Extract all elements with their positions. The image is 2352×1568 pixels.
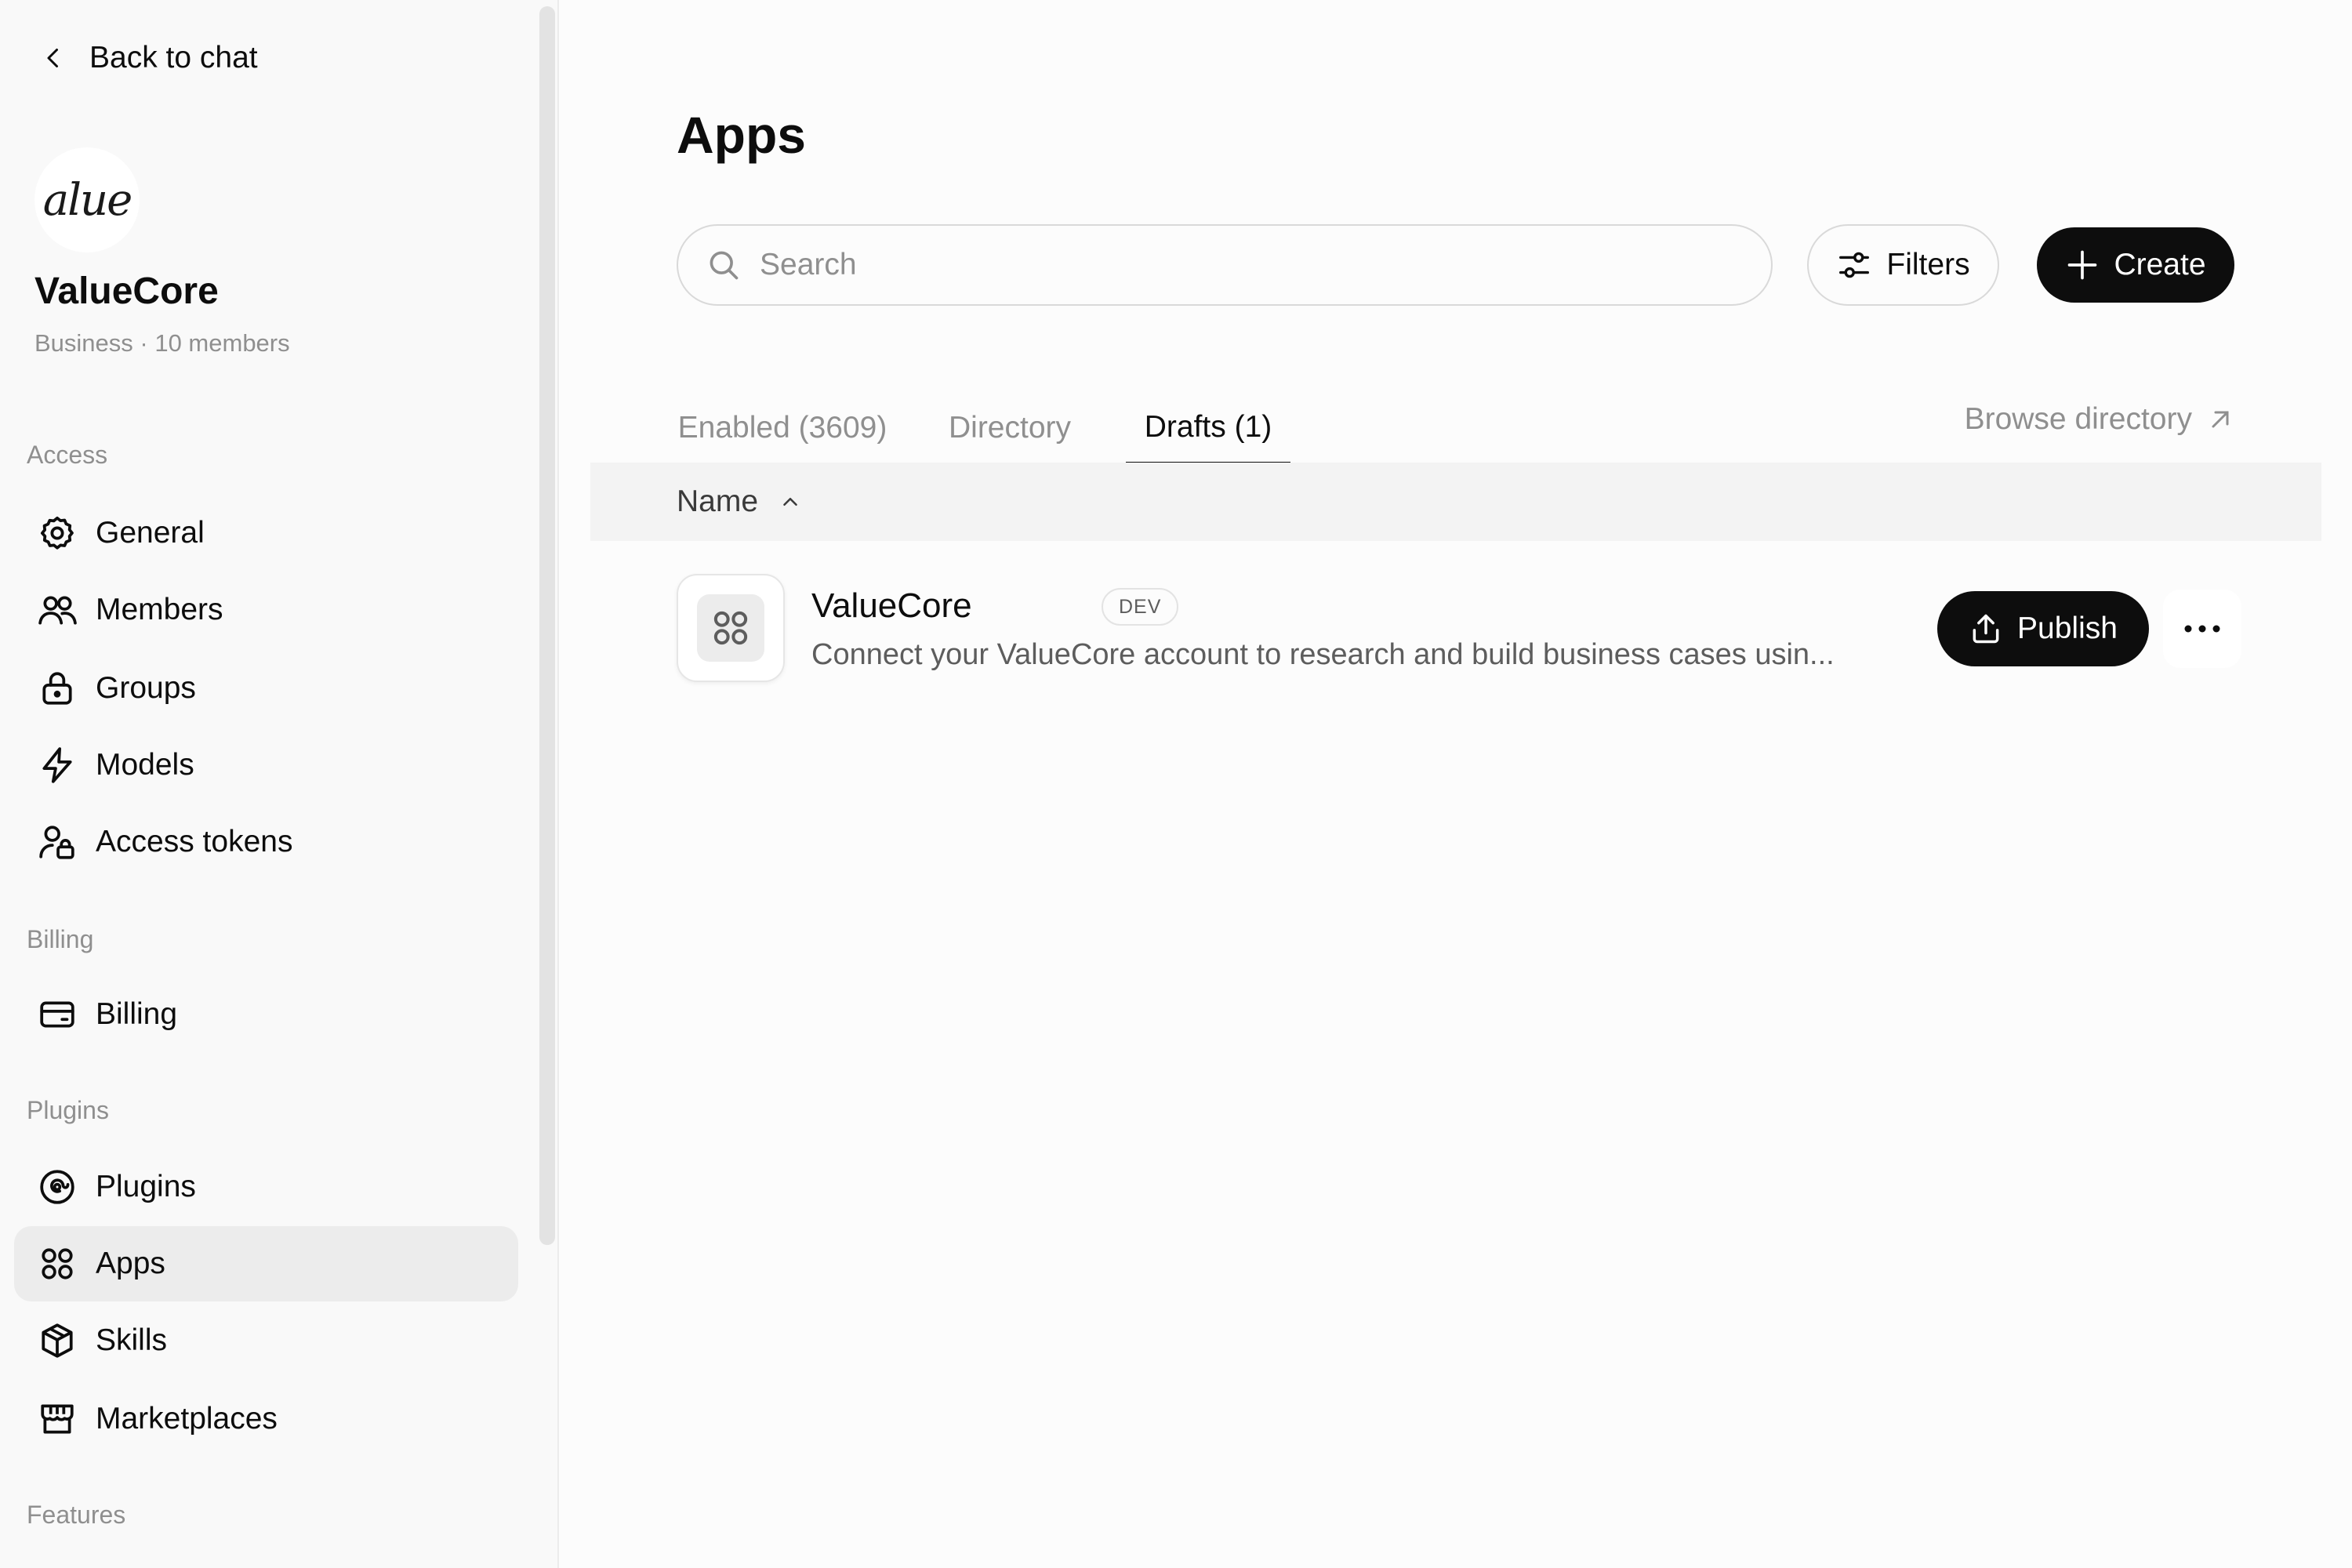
user-lock-icon <box>38 822 77 862</box>
tab-drafts[interactable]: Drafts (1) <box>1126 392 1290 464</box>
lock-icon <box>38 669 77 708</box>
org-name: ValueCore <box>34 270 219 312</box>
app-description: Connect your ValueCore account to resear… <box>811 638 1835 671</box>
section-label-billing: Billing <box>27 925 94 953</box>
back-to-chat-link[interactable]: Back to chat <box>39 36 258 80</box>
publish-label: Publish <box>2017 612 2118 645</box>
sidebar-item-plugins[interactable]: Plugins <box>14 1149 518 1225</box>
sidebar-scrollbar[interactable] <box>539 6 555 1245</box>
users-icon <box>38 590 77 630</box>
search-input[interactable] <box>760 248 1740 282</box>
gear-icon <box>38 514 77 553</box>
page-title: Apps <box>677 106 806 164</box>
filters-label: Filters <box>1886 248 1970 281</box>
lightning-icon <box>38 746 77 785</box>
arrow-up-right-icon <box>2212 411 2229 428</box>
cube-icon <box>38 1321 77 1360</box>
sidebar-item-label: Apps <box>96 1247 165 1280</box>
sidebar-item-label: Plugins <box>96 1170 196 1203</box>
sidebar-item-label: General <box>96 516 205 550</box>
column-header-label: Name <box>677 485 759 518</box>
filters-button[interactable]: Filters <box>1807 224 1999 306</box>
main-content: Apps Filters Create Enabled (3609) Direc… <box>561 0 2352 1568</box>
create-button[interactable]: Create <box>2037 227 2234 303</box>
sidebar-item-label: Models <box>96 748 194 782</box>
app-name: ValueCore <box>811 586 972 625</box>
upload-icon <box>1973 614 1999 644</box>
more-options-button[interactable] <box>2163 590 2241 668</box>
section-label-features: Features <box>27 1501 126 1529</box>
search-icon <box>710 251 739 280</box>
sidebar-item-members[interactable]: Members <box>14 572 518 648</box>
card-icon <box>38 995 77 1034</box>
section-label-access: Access <box>27 441 108 469</box>
ellipsis-icon <box>2184 625 2220 633</box>
settings-app: Back to chat alue ValueCore Business · 1… <box>0 0 2352 1568</box>
org-logo: alue <box>34 147 140 252</box>
app-icon <box>677 574 785 682</box>
sidebar-item-access-tokens[interactable]: Access tokens <box>14 804 518 880</box>
sidebar-item-groups[interactable]: Groups <box>14 651 518 726</box>
chevron-up-icon <box>783 498 797 506</box>
sidebar-item-label: Access tokens <box>96 825 293 858</box>
browse-directory-link[interactable]: Browse directory <box>1965 392 2234 447</box>
sidebar-item-label: Groups <box>96 671 196 705</box>
publish-button[interactable]: Publish <box>1937 591 2149 666</box>
sidebar: Back to chat alue ValueCore Business · 1… <box>0 0 559 1568</box>
sidebar-item-marketplaces[interactable]: Marketplaces <box>14 1381 518 1457</box>
back-to-chat-label: Back to chat <box>89 41 258 74</box>
search-box[interactable] <box>677 224 1773 306</box>
sidebar-item-label: Marketplaces <box>96 1402 278 1436</box>
storefront-icon <box>38 1399 77 1439</box>
chevron-left-icon <box>47 49 58 67</box>
sidebar-item-general[interactable]: General <box>14 495 518 571</box>
sliders-icon <box>1839 252 1870 278</box>
tab-directory[interactable]: Directory <box>920 392 1100 464</box>
tab-enabled[interactable]: Enabled (3609) <box>677 392 888 464</box>
plugin-icon <box>38 1167 77 1207</box>
sidebar-item-label: Skills <box>96 1323 168 1357</box>
apps-icon <box>713 611 748 645</box>
table-row[interactable]: ValueCore DEV Connect your ValueCore acc… <box>677 572 2241 684</box>
apps-icon <box>38 1244 77 1283</box>
sidebar-item-models[interactable]: Models <box>14 728 518 803</box>
sidebar-item-label: Billing <box>96 997 178 1031</box>
column-header-name[interactable]: Name <box>590 463 2321 541</box>
sidebar-item-label: Members <box>96 593 223 626</box>
sidebar-item-apps[interactable]: Apps <box>14 1226 518 1301</box>
sidebar-item-billing[interactable]: Billing <box>14 977 518 1052</box>
sidebar-item-skills[interactable]: Skills <box>14 1303 518 1378</box>
plus-icon <box>2068 250 2097 280</box>
browse-directory-label: Browse directory <box>1964 402 2192 436</box>
create-label: Create <box>2114 248 2206 281</box>
org-logo-text: alue <box>42 174 133 226</box>
org-meta: Business · 10 members <box>34 329 290 357</box>
dev-badge: DEV <box>1102 588 1179 626</box>
section-label-plugins: Plugins <box>27 1096 109 1124</box>
